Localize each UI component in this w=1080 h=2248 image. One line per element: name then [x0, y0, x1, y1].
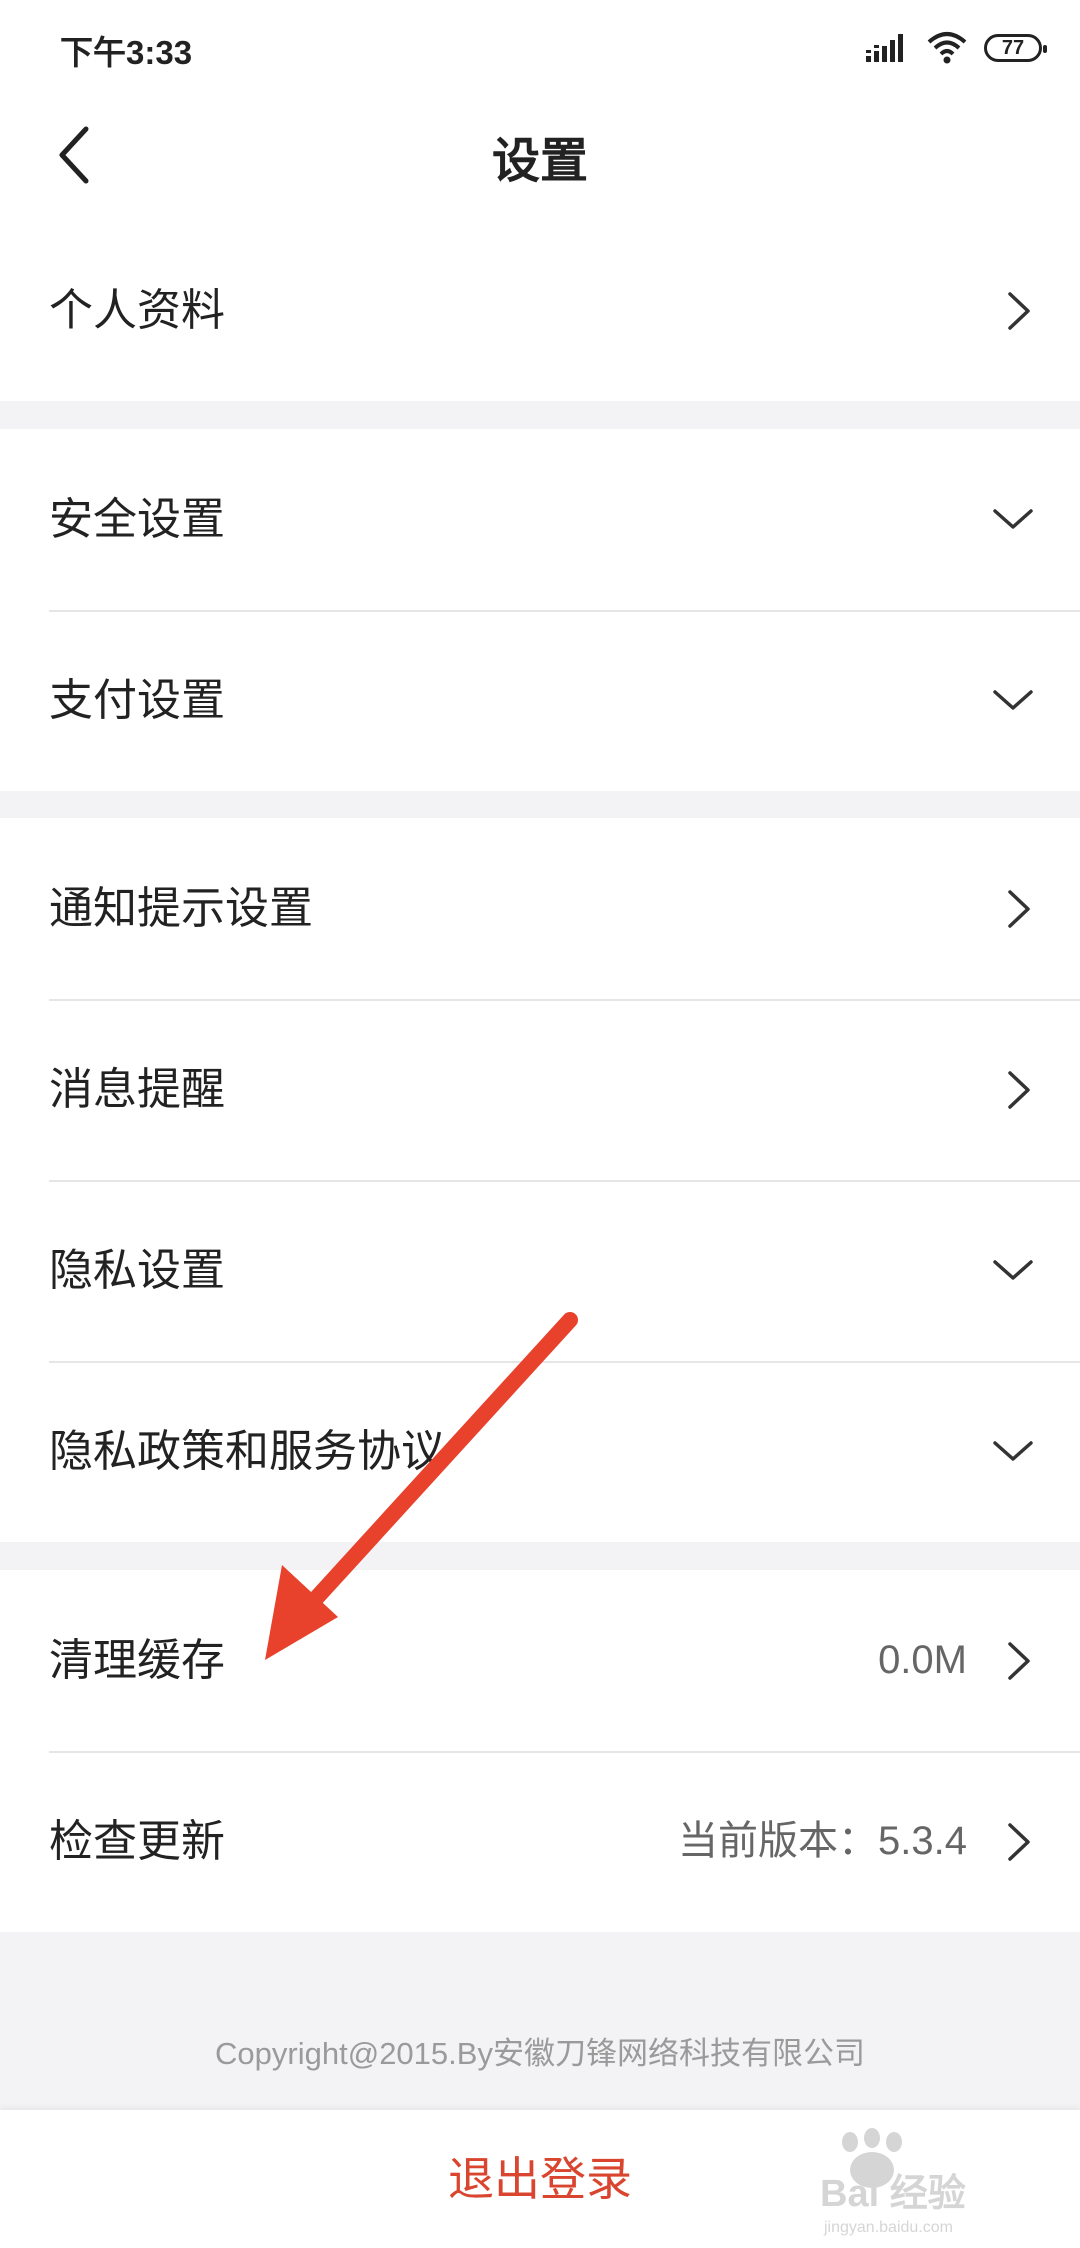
- chevron-right-icon: [1008, 1642, 1030, 1680]
- wifi-icon: [927, 32, 967, 64]
- watermark-text: Bai 经验: [820, 2173, 966, 2215]
- settings-row-check-update[interactable]: 检查更新 当前版本：5.3.4: [0, 1751, 1080, 1932]
- chevron-down-icon: [993, 1260, 1033, 1280]
- chevron-right-icon: [1008, 1823, 1030, 1861]
- row-label: 通知提示设置: [49, 883, 313, 934]
- nav-bar: 设置: [0, 95, 1080, 220]
- watermark-subtext: jingyan.baidu.com: [823, 2219, 953, 2236]
- copyright-text: Copyright@2015.By安徽刀锋网络科技有限公司: [215, 2036, 865, 2071]
- settings-row-privacy-policy[interactable]: 隐私政策和服务协议: [0, 1361, 1080, 1542]
- row-label: 检查更新: [49, 1816, 225, 1867]
- chevron-right-icon: [1008, 1071, 1030, 1109]
- settings-row-privacy[interactable]: 隐私设置: [0, 1180, 1080, 1361]
- settings-row-security[interactable]: 安全设置: [0, 429, 1080, 610]
- settings-section-maintenance: 清理缓存 0.0M 检查更新 当前版本：5.3.4: [0, 1570, 1080, 1932]
- signal-icon: [866, 34, 903, 62]
- row-label: 隐私政策和服务协议: [49, 1426, 445, 1477]
- settings-section-profile: 个人资料: [0, 220, 1080, 401]
- baidu-jingyan-watermark: Bai 经验 jingyan.baidu.com: [820, 2128, 966, 2236]
- settings-row-profile[interactable]: 个人资料: [0, 220, 1080, 401]
- status-time: 下午3:33: [60, 34, 193, 71]
- current-version-value: 当前版本：5.3.4: [678, 1819, 967, 1863]
- cache-size-value: 0.0M: [878, 1638, 967, 1682]
- battery-level: 77: [1001, 36, 1025, 59]
- chevron-right-icon: [1008, 890, 1030, 928]
- row-label: 安全设置: [49, 494, 225, 545]
- chevron-right-icon: [1008, 292, 1030, 330]
- row-label: 支付设置: [49, 675, 225, 726]
- row-label: 隐私设置: [49, 1245, 225, 1296]
- settings-row-clear-cache[interactable]: 清理缓存 0.0M: [0, 1570, 1080, 1751]
- page-title: 设置: [491, 133, 588, 189]
- status-bar: 下午3:33 77: [0, 0, 1080, 95]
- row-label: 消息提醒: [49, 1064, 225, 1115]
- settings-row-message-reminder[interactable]: 消息提醒: [0, 999, 1080, 1180]
- settings-section-security: 安全设置 支付设置: [0, 429, 1080, 791]
- settings-row-notification-settings[interactable]: 通知提示设置: [0, 818, 1080, 999]
- chevron-down-icon: [993, 509, 1033, 529]
- status-icons: 77: [866, 28, 1047, 68]
- battery-icon: 77: [984, 34, 1047, 62]
- chevron-down-icon: [993, 1441, 1033, 1461]
- settings-section-notifications: 通知提示设置 消息提醒 隐私设置 隐私政策和服务协议: [0, 818, 1080, 1542]
- chevron-down-icon: [993, 690, 1033, 710]
- settings-row-payment[interactable]: 支付设置: [0, 610, 1080, 791]
- row-label: 个人资料: [49, 285, 225, 336]
- row-label: 清理缓存: [49, 1635, 225, 1686]
